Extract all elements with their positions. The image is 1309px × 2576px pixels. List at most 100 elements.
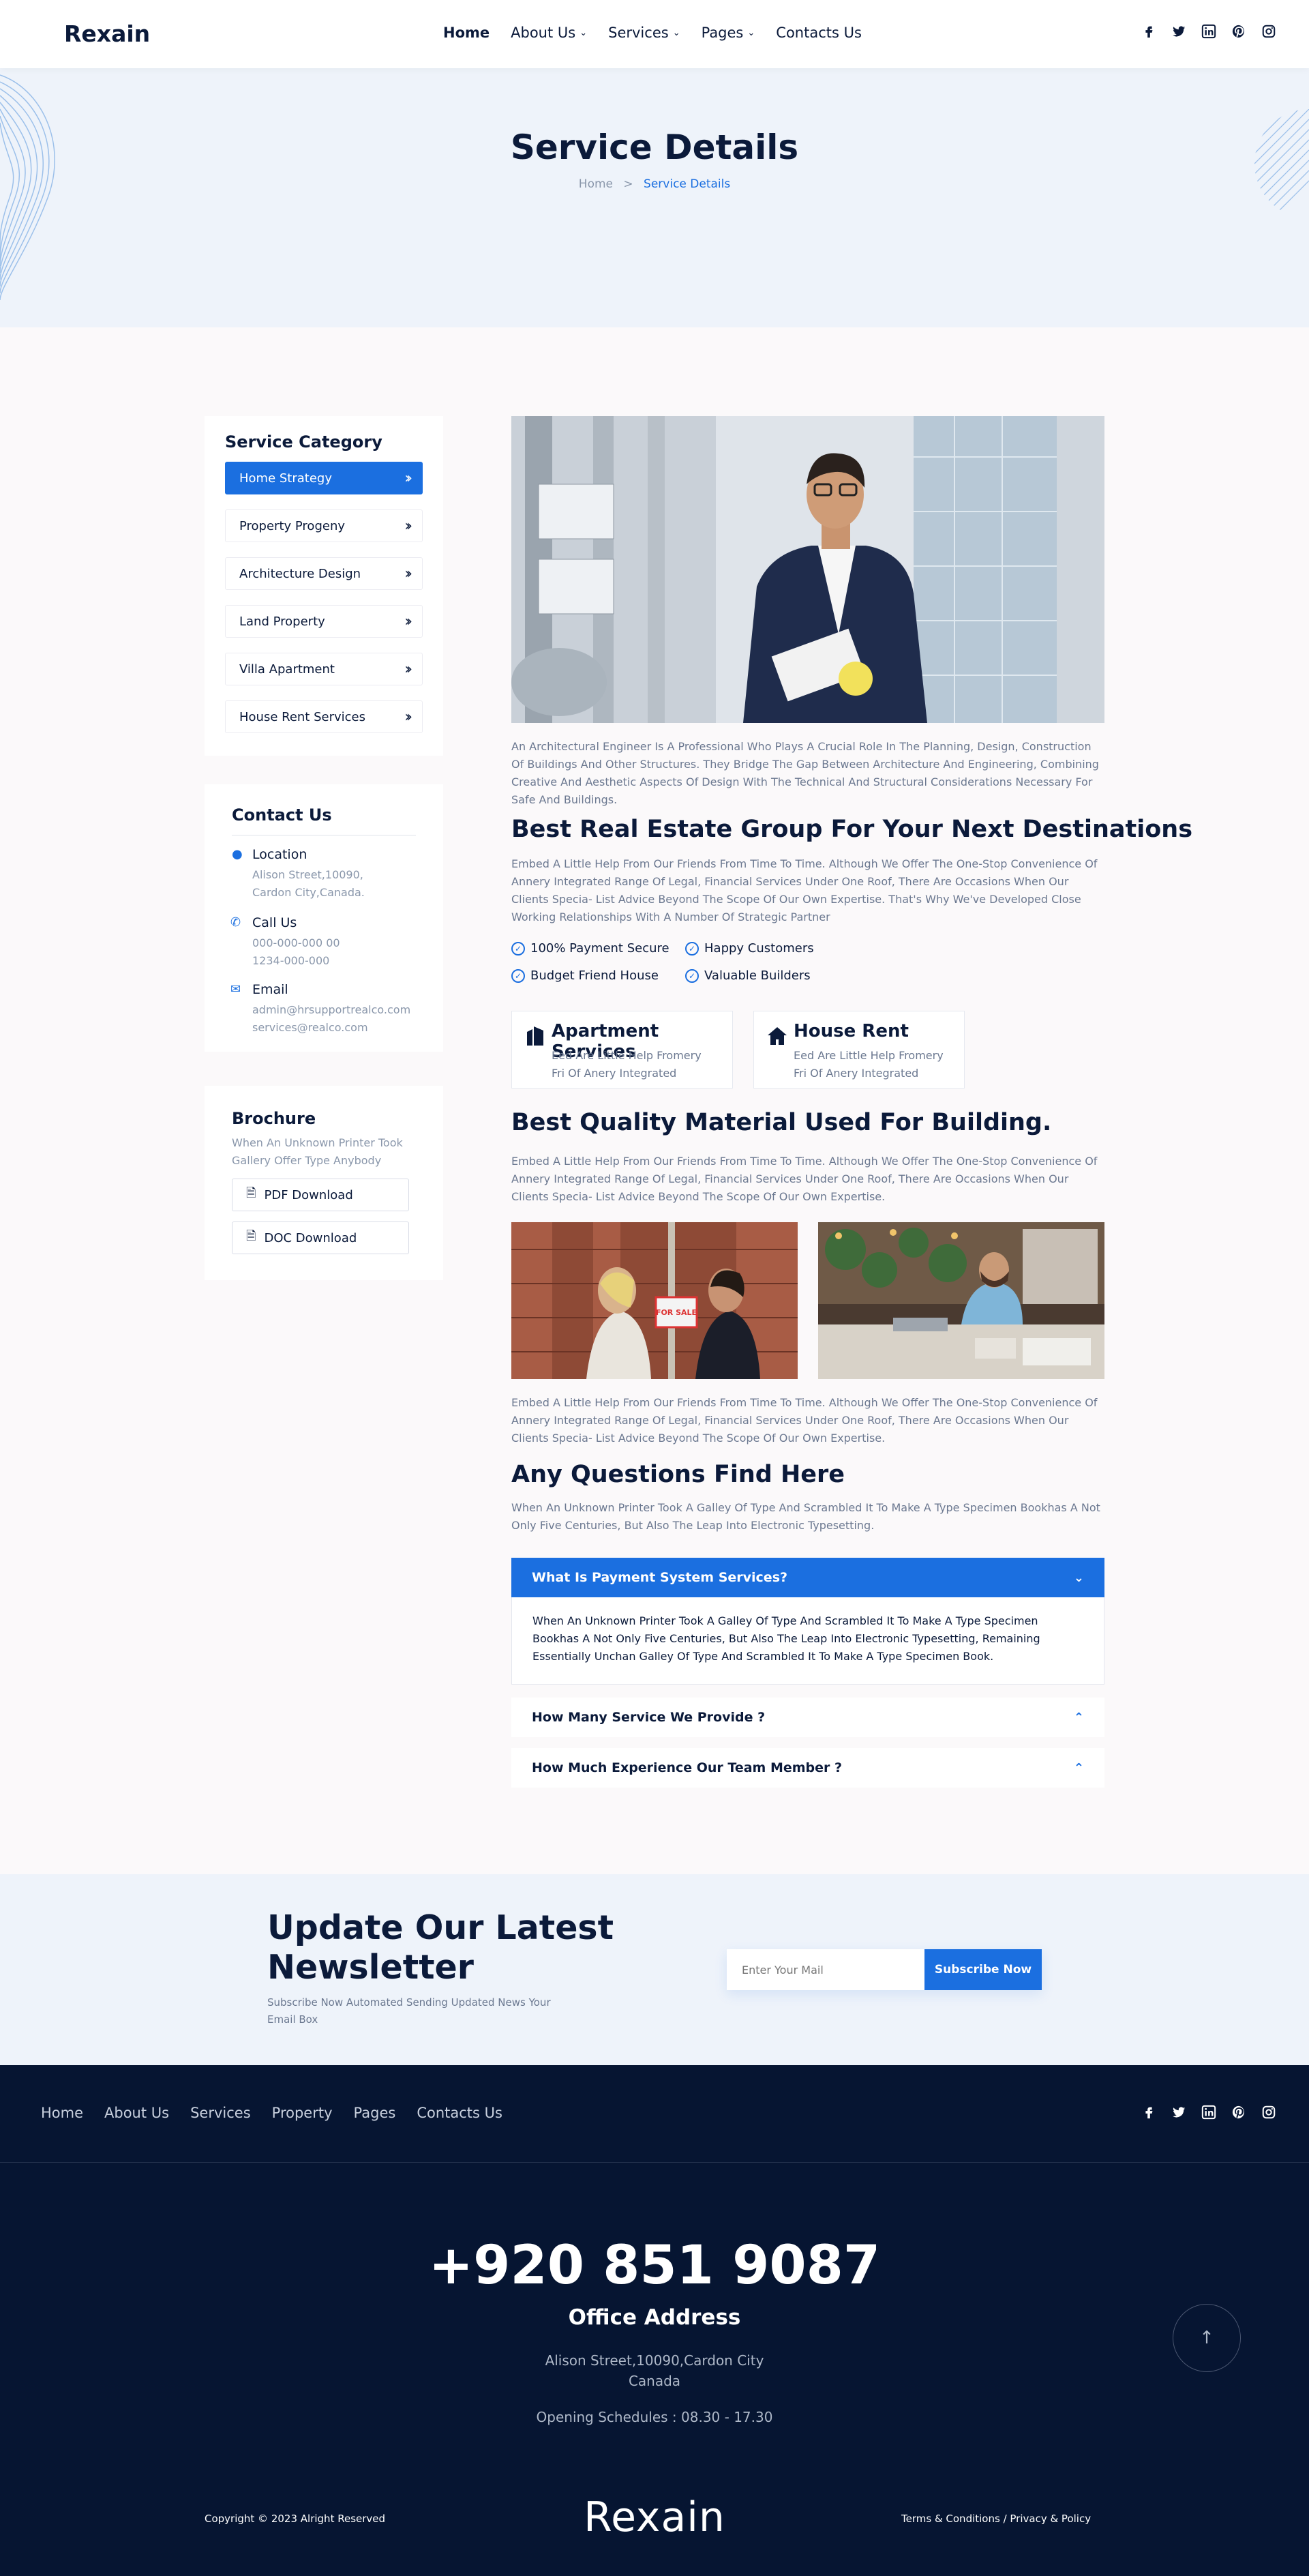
social-links — [1140, 23, 1278, 40]
twitter-icon[interactable] — [1170, 2103, 1188, 2121]
footer-nav-pages[interactable]: Pages — [354, 2105, 396, 2121]
footer-social-links — [1140, 2103, 1278, 2121]
brochure-text-2: Gallery Offer Type Anybody — [232, 1154, 382, 1167]
email-1[interactable]: admin@hrsupportrealco.com — [252, 1001, 410, 1019]
service-title: House Rent — [794, 1021, 909, 1041]
twitter-icon[interactable] — [1170, 23, 1188, 40]
double-chevron-right-icon: ›› — [404, 469, 412, 487]
office-address-title: Office Address — [568, 2305, 741, 2330]
main-nav: Home About Us ⌄ Services ⌄ Pages ⌄ Contacts… — [443, 25, 862, 41]
arrow-up-icon: ↑ — [1199, 2328, 1214, 2348]
category-house-rent-services[interactable]: House Rent Services ›› — [225, 700, 423, 733]
service-hero-image — [511, 416, 1104, 723]
breadcrumb-home[interactable]: Home — [579, 177, 613, 191]
for-sale-sign-text: FOR SALE — [656, 1308, 697, 1317]
location-line-1: Alison Street,10090, — [252, 868, 363, 881]
chevron-down-icon: ⌄ — [747, 27, 755, 38]
scroll-to-top-button[interactable]: ↑ — [1173, 2304, 1241, 2372]
double-chevron-right-icon: ›› — [404, 612, 412, 630]
location-line-2: Cardon City,Canada. — [252, 886, 365, 899]
footer-nav-property[interactable]: Property — [272, 2105, 333, 2121]
office-photo — [818, 1222, 1104, 1379]
newsletter-subtitle: Subscribe Now Automated Sending Updated … — [267, 1996, 551, 2026]
subscribe-button[interactable]: Subscribe Now — [924, 1949, 1042, 1990]
house-icon — [768, 1027, 787, 1045]
heading-best-quality: Best Quality Material Used For Building. — [511, 1109, 1052, 1136]
footer-nav-about[interactable]: About Us — [104, 2105, 169, 2121]
intro-paragraph: An Architectural Engineer Is A Professio… — [511, 740, 1099, 806]
property-photo-sale: FOR SALE — [511, 1222, 798, 1379]
faq-question-services[interactable]: How Many Service We Provide ? ⌃ — [511, 1698, 1104, 1737]
doc-download-button[interactable]: 🗎 DOC Download — [232, 1222, 409, 1254]
service-box-apartment[interactable]: Apartment Services Eed Are Little Help F… — [511, 1011, 733, 1089]
service-desc: Eed Are Little Help Fromery Fri Of Anery … — [794, 1049, 944, 1080]
footer-logo[interactable]: Rexain — [0, 2493, 1309, 2541]
location-pin-icon: ● — [232, 847, 243, 861]
site-logo[interactable]: Rexain — [64, 20, 150, 47]
email-2[interactable]: services@realco.com — [252, 1019, 368, 1037]
footer-phone[interactable]: +920 851 9087 — [0, 2235, 1309, 2296]
newsletter-section: Update Our Latest Newsletter Subscribe No… — [0, 1874, 1309, 2065]
category-land-property[interactable]: Land Property ›› — [225, 605, 423, 638]
check-item: ✓ Happy Customers — [685, 941, 814, 956]
file-icon: 🗎 — [246, 1229, 256, 1243]
phone-1[interactable]: 000-000-000 00 — [252, 934, 340, 952]
facebook-icon[interactable] — [1140, 2103, 1158, 2121]
faq-question-experience[interactable]: How Much Experience Our Team Member ? ⌃ — [511, 1748, 1104, 1788]
category-villa-apartment[interactable]: Villa Apartment ›› — [225, 653, 423, 685]
phone-icon: ✆ — [230, 915, 241, 930]
nav-home[interactable]: Home — [443, 25, 490, 41]
mail-icon: ✉ — [230, 982, 241, 996]
nav-pages[interactable]: Pages ⌄ — [702, 25, 755, 41]
site-header: Rexain Home About Us ⌄ Services ⌄ Pages ⌄ C… — [0, 0, 1309, 68]
facebook-icon[interactable] — [1140, 23, 1158, 40]
footer-nav-contacts[interactable]: Contacts Us — [417, 2105, 502, 2121]
page-hero: Service Details Home > Service Details — [0, 68, 1309, 327]
newsletter-title: Update Our Latest Newsletter — [267, 1908, 614, 1987]
email-label: Email — [252, 982, 288, 997]
location-label: Location — [252, 847, 307, 862]
paragraph-1: Embed A Little Help From Our Friends Fro… — [511, 857, 1098, 923]
category-property-progeny[interactable]: Property Progeny ›› — [225, 509, 423, 542]
chevron-up-icon: ⌃ — [1073, 1760, 1084, 1775]
footer-nav-home[interactable]: Home — [41, 2105, 83, 2121]
nav-about[interactable]: About Us ⌄ — [511, 25, 587, 41]
instagram-icon[interactable] — [1260, 2103, 1278, 2121]
footer-nav-services[interactable]: Services — [190, 2105, 251, 2121]
breadcrumb-current: Service Details — [644, 177, 731, 191]
instagram-icon[interactable] — [1260, 23, 1278, 40]
footer-divider — [0, 2162, 1309, 2163]
faq-question-payment[interactable]: What Is Payment System Services? ⌄ — [511, 1558, 1104, 1597]
call-label: Call Us — [252, 915, 297, 930]
page-title: Service Details — [510, 128, 799, 167]
linkedin-icon[interactable] — [1200, 2103, 1218, 2121]
faq-title: Any Questions Find Here — [511, 1461, 845, 1488]
category-home-strategy[interactable]: Home Strategy ›› — [225, 462, 423, 494]
double-chevron-right-icon: ›› — [404, 517, 412, 535]
double-chevron-right-icon: ›› — [404, 565, 412, 582]
pdf-download-button[interactable]: 🗎 PDF Download — [232, 1179, 409, 1211]
breadcrumb: Home > Service Details — [0, 177, 1309, 191]
brochure-title: Brochure — [232, 1109, 316, 1128]
service-desc: Eed Are Little Help Fromery Fri Of Anery … — [552, 1049, 702, 1080]
check-icon: ✓ — [511, 968, 525, 983]
heading-best-real-estate: Best Real Estate Group For Your Next Des… — [511, 816, 1193, 843]
nav-contacts[interactable]: Contacts Us — [776, 25, 862, 41]
pinterest-icon[interactable] — [1230, 2103, 1248, 2121]
nav-services[interactable]: Services ⌄ — [608, 25, 680, 41]
check-icon: ✓ — [685, 968, 699, 983]
double-chevron-right-icon: ›› — [404, 708, 412, 726]
linkedin-icon[interactable] — [1200, 23, 1218, 40]
category-architecture-design[interactable]: Architecture Design ›› — [225, 557, 423, 590]
check-icon: ✓ — [685, 941, 699, 956]
chevron-up-icon: ⌃ — [1073, 1710, 1084, 1725]
service-box-house-rent[interactable]: House Rent Eed Are Little Help Fromery Fr… — [753, 1011, 965, 1089]
phone-2[interactable]: 1234-000-000 — [252, 952, 329, 970]
newsletter-email-input[interactable] — [727, 1949, 924, 1990]
faq-answer: When An Unknown Printer Took A Galley Of… — [511, 1597, 1104, 1685]
terms-privacy-links[interactable]: Terms & Conditions / Privacy & Policy — [901, 2513, 1091, 2525]
site-footer: Home About Us Services Property Pages Co… — [0, 2065, 1309, 2576]
breadcrumb-separator: > — [623, 177, 633, 191]
pinterest-icon[interactable] — [1230, 23, 1248, 40]
check-item: ✓ Valuable Builders — [685, 968, 811, 983]
